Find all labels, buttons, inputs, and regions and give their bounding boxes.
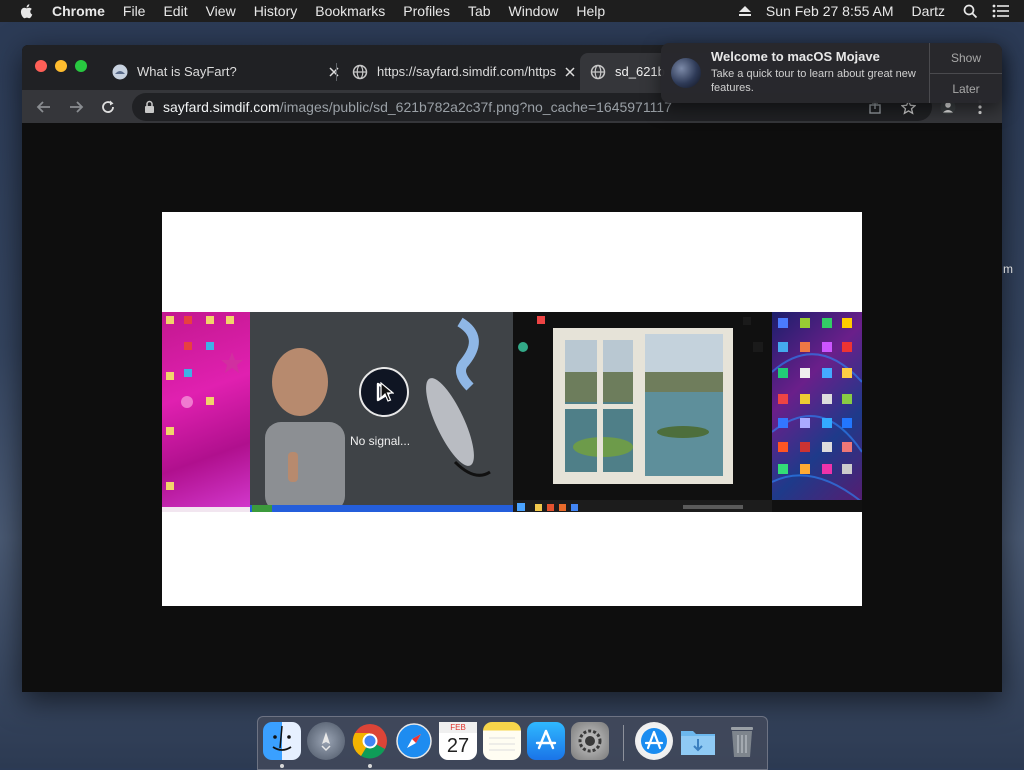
menu-window[interactable]: Window [509,3,559,19]
xp-start-button [252,505,272,512]
notification-center-icon[interactable] [992,4,1010,18]
menu-history[interactable]: History [254,3,298,19]
calendar-month: FEB [439,722,477,733]
url-path: /images/public/sd_621b782a2c37f.png?no_c… [279,99,672,115]
macos-mojave-notification[interactable]: Welcome to macOS Mojave Take a quick tou… [661,43,1002,103]
eject-icon[interactable] [738,5,752,17]
show-button[interactable]: Show [930,43,1002,74]
close-window-button[interactable] [35,60,47,72]
page-content: No signal... [22,123,1002,692]
close-tab-icon[interactable] [562,64,578,80]
notes-icon[interactable] [483,722,521,760]
displayed-image[interactable]: No signal... [162,212,862,606]
back-arrow-icon[interactable] [34,97,54,117]
pink-desktop-icons-icon [162,316,250,512]
downloads-folder-icon[interactable] [679,722,717,760]
url-host: sayfard.simdif.com [163,99,280,115]
window-landscape-icon [513,312,772,512]
tab-title: https://sayfard.simdif.com/https:// [377,64,556,79]
taskbar-icons-icon [517,503,743,511]
minimize-window-button[interactable] [55,60,67,72]
system-preferences-icon[interactable] [571,722,609,760]
mojave-app-icon [671,58,701,88]
no-signal-label: No signal... [350,434,411,448]
image-panel-video: No signal... [250,312,513,512]
tab-what-is-sayfart[interactable]: What is SayFart? [104,53,342,90]
globe-icon [590,64,606,80]
spotlight-search-icon[interactable] [963,4,978,19]
menu-profiles[interactable]: Profiles [403,3,450,19]
menu-edit[interactable]: Edit [163,3,187,19]
menu-file[interactable]: File [123,3,146,19]
image-panel-window-landscape [513,312,772,512]
menu-bar: Chrome File Edit View History Bookmarks … [0,0,1024,22]
dock-separator [623,725,624,761]
image-panel-swirl-desktop [772,312,862,512]
zoom-window-button[interactable] [75,60,87,72]
notification-title: Welcome to macOS Mojave [711,49,880,64]
globe-icon [352,64,368,80]
menu-view[interactable]: View [206,3,236,19]
reload-icon[interactable] [98,97,118,117]
finder-icon[interactable] [263,722,301,760]
app-store-download-icon[interactable] [635,722,673,760]
background-text-fragment: m [1003,262,1013,276]
dock: FEB 27 [257,716,768,770]
notification-body: Take a quick tour to learn about great n… [711,68,916,94]
menu-bar-status-area: Sun Feb 27 8:55 AM Dartz [738,0,1024,22]
safari-icon[interactable] [395,722,433,760]
mouse-cursor-icon [380,382,394,402]
menu-app-chrome[interactable]: Chrome [52,3,105,19]
running-indicator [368,764,372,768]
xp-taskbar [250,505,513,512]
notification-actions: Show Later [929,43,1002,103]
calendar-day: 27 [446,735,470,757]
menu-tab[interactable]: Tab [468,3,491,19]
lock-icon[interactable] [144,100,155,114]
user-name[interactable]: Dartz [912,3,945,19]
clock[interactable]: Sun Feb 27 8:55 AM [766,3,894,19]
trash-icon[interactable] [723,722,761,760]
menu-help[interactable]: Help [576,3,605,19]
running-indicator [280,764,284,768]
tab-separator [336,63,337,81]
chrome-window: What is SayFart? https://sayfard.simdif.… [22,45,1002,692]
tab-title: What is SayFart? [137,64,237,79]
image-panel-pink-desktop [162,312,250,512]
menu-bookmarks[interactable]: Bookmarks [315,3,385,19]
swirl-desktop-icons-icon [772,318,862,512]
sayfart-favicon-icon [112,64,128,80]
later-button[interactable]: Later [930,74,1002,104]
tab-sayfard-url[interactable]: https://sayfard.simdif.com/https:// [344,53,578,90]
calendar-icon[interactable]: FEB 27 [439,722,477,760]
windows-taskbar [513,500,772,512]
app-store-icon[interactable] [527,722,565,760]
close-tab-icon[interactable] [326,64,342,80]
forward-arrow-icon[interactable] [66,97,86,117]
launchpad-icon[interactable] [307,722,345,760]
chrome-icon[interactable] [351,722,389,760]
apple-menu-icon[interactable] [18,2,36,20]
